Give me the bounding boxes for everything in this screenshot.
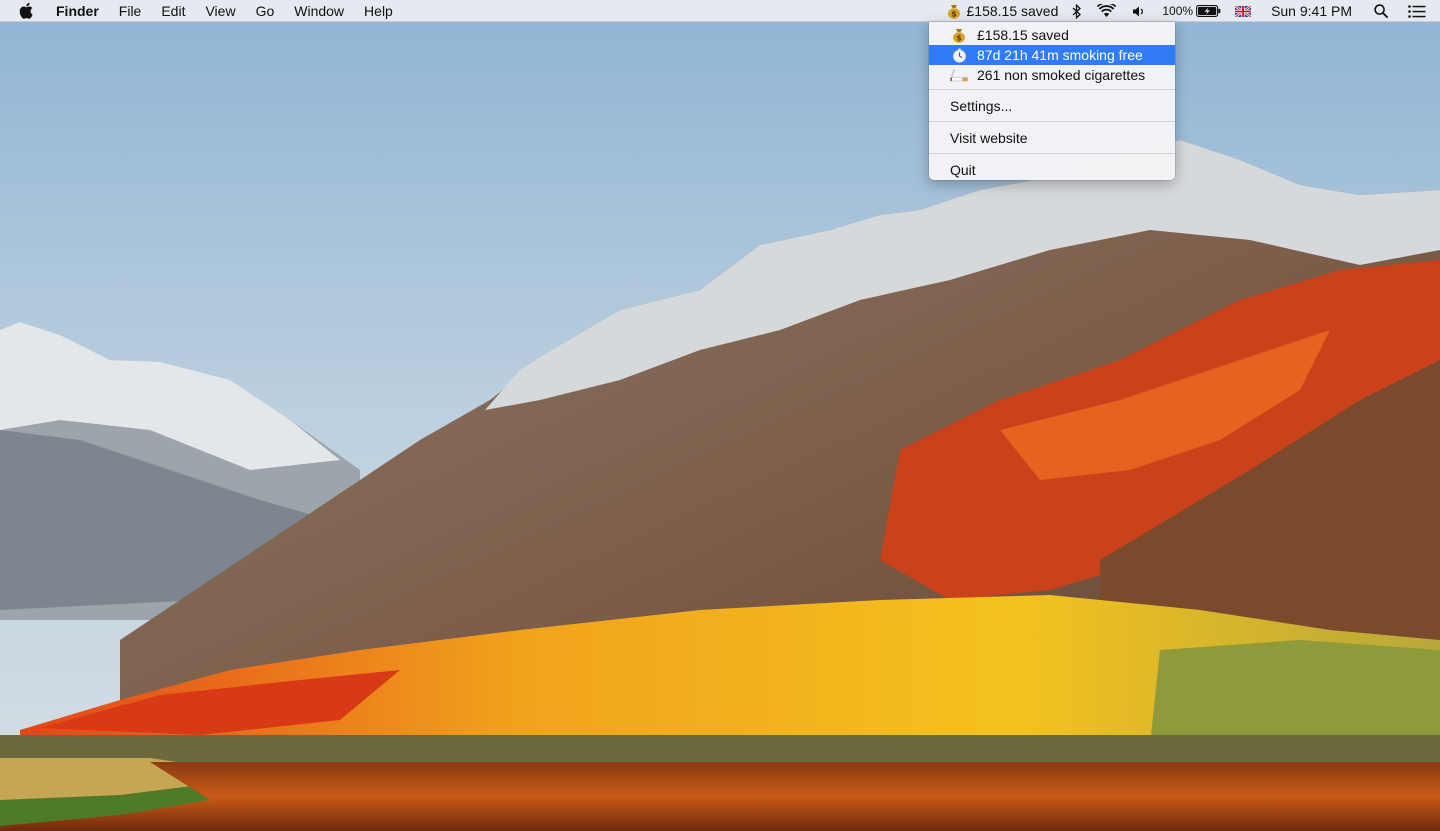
menu-item-money-saved[interactable]: $ £158.15 saved xyxy=(929,25,1175,45)
menu-window[interactable]: Window xyxy=(284,0,354,22)
british-flag-icon[interactable] xyxy=(1227,0,1265,22)
menu-separator xyxy=(929,89,1175,90)
battery-percent: 100% xyxy=(1162,4,1194,18)
menu-file[interactable]: File xyxy=(109,0,152,22)
desktop-wallpaper xyxy=(0,0,1440,831)
svg-text:$: $ xyxy=(951,10,957,19)
bluetooth-icon[interactable] xyxy=(1064,0,1089,22)
menu-item-quit[interactable]: Quit xyxy=(929,159,1175,181)
wifi-icon[interactable] xyxy=(1089,0,1124,22)
smoking-free-time-label: 87d 21h 41m smoking free xyxy=(977,47,1143,63)
menu-item-non-smoked-cigarettes[interactable]: 261 non smoked cigarettes xyxy=(929,65,1175,85)
menu-item-smoking-free-time[interactable]: 87d 21h 41m smoking free xyxy=(929,45,1175,65)
menu-bar-left: Finder File Edit View Go Window Help xyxy=(0,0,403,22)
non-smoked-cigarettes-label: 261 non smoked cigarettes xyxy=(977,67,1146,83)
smoking-stats-menu: $ £158.15 saved 87d 21h 41m smoking free… xyxy=(929,22,1175,180)
menu-item-visit-website[interactable]: Visit website xyxy=(929,127,1175,149)
menu-bar-right: $ £158.15 saved 100% Sun 9:41 PM xyxy=(939,0,1440,22)
menu-help[interactable]: Help xyxy=(354,0,403,22)
menu-view[interactable]: View xyxy=(195,0,245,22)
money-bag-icon: $ xyxy=(947,3,961,19)
menu-bar: Finder File Edit View Go Window Help $ £… xyxy=(0,0,1440,22)
savings-status-label: £158.15 saved xyxy=(966,3,1059,19)
money-saved-label: £158.15 saved xyxy=(977,27,1069,43)
money-bag-icon: $ xyxy=(950,27,968,43)
svg-text:$: $ xyxy=(956,34,962,43)
menu-go[interactable]: Go xyxy=(246,0,285,22)
savings-status-item[interactable]: $ £158.15 saved xyxy=(939,0,1065,22)
menu-separator xyxy=(929,153,1175,154)
volume-icon[interactable] xyxy=(1124,0,1154,22)
notification-center-icon[interactable] xyxy=(1400,0,1440,22)
menu-separator xyxy=(929,121,1175,122)
apple-menu-icon[interactable] xyxy=(6,0,46,22)
app-menu-finder[interactable]: Finder xyxy=(46,0,109,22)
menu-item-settings[interactable]: Settings... xyxy=(929,95,1175,117)
cigarette-icon xyxy=(950,67,968,83)
stopwatch-icon xyxy=(950,47,968,63)
spotlight-search-icon[interactable] xyxy=(1366,0,1400,22)
battery-status-item[interactable]: 100% xyxy=(1154,0,1227,22)
battery-charging-icon xyxy=(1196,5,1221,17)
menu-edit[interactable]: Edit xyxy=(151,0,195,22)
clock[interactable]: Sun 9:41 PM xyxy=(1265,0,1366,22)
